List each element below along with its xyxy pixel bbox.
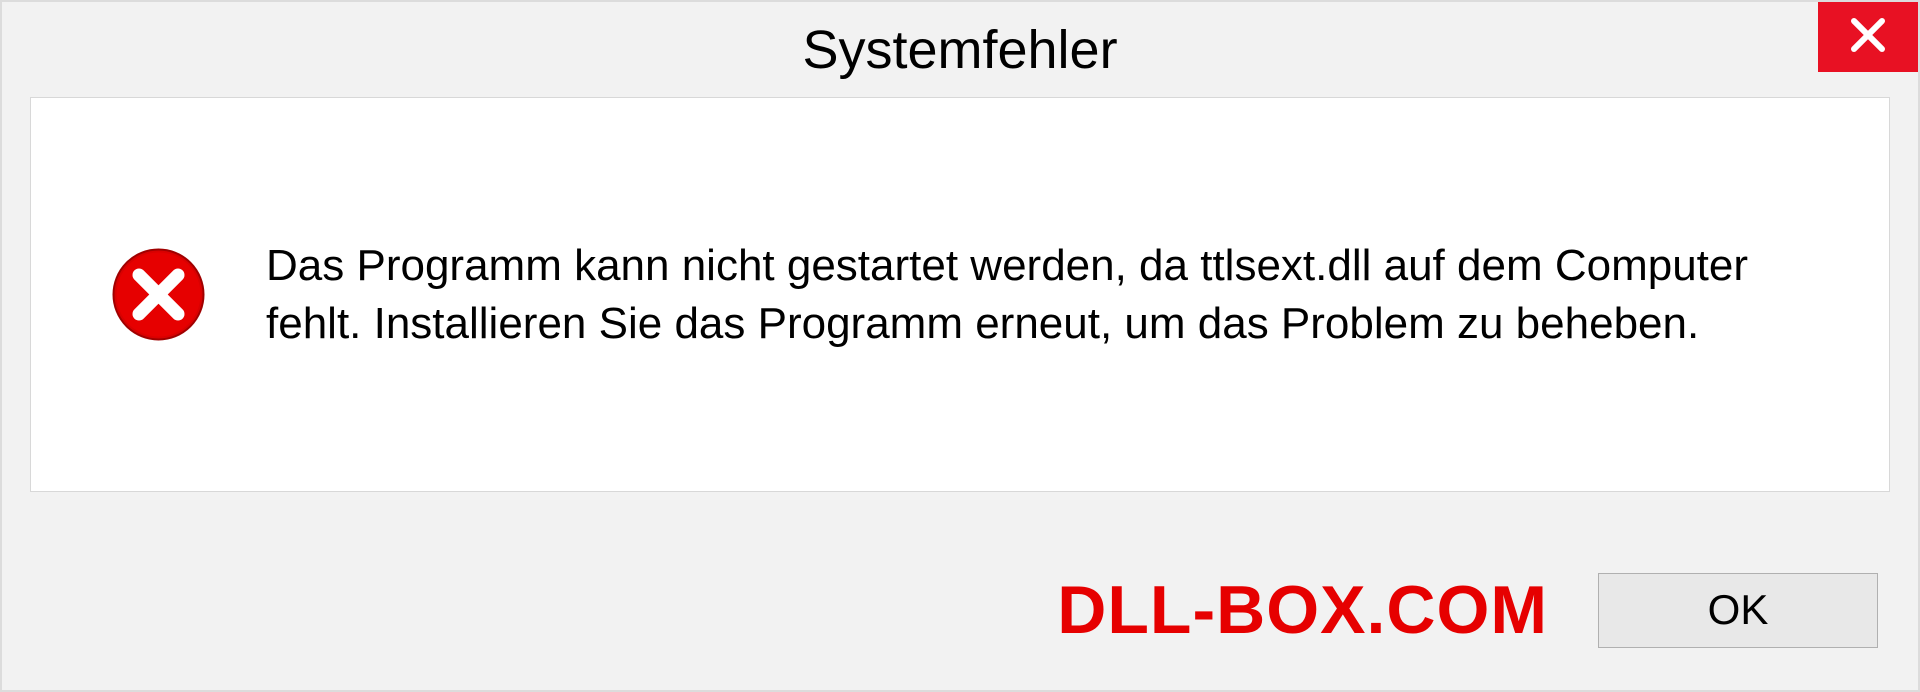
ok-button[interactable]: OK — [1598, 573, 1878, 648]
error-dialog: Systemfehler Das Programm kann nicht ges… — [0, 0, 1920, 692]
titlebar: Systemfehler — [2, 2, 1918, 97]
close-icon — [1848, 15, 1888, 60]
content-area: Das Programm kann nicht gestartet werden… — [30, 97, 1890, 492]
error-icon — [111, 247, 206, 342]
dialog-footer: DLL-BOX.COM OK — [2, 530, 1918, 690]
dialog-title: Systemfehler — [802, 19, 1117, 81]
close-button[interactable] — [1818, 2, 1918, 72]
watermark-text: DLL-BOX.COM — [1057, 571, 1548, 649]
error-message: Das Programm kann nicht gestartet werden… — [266, 237, 1809, 351]
